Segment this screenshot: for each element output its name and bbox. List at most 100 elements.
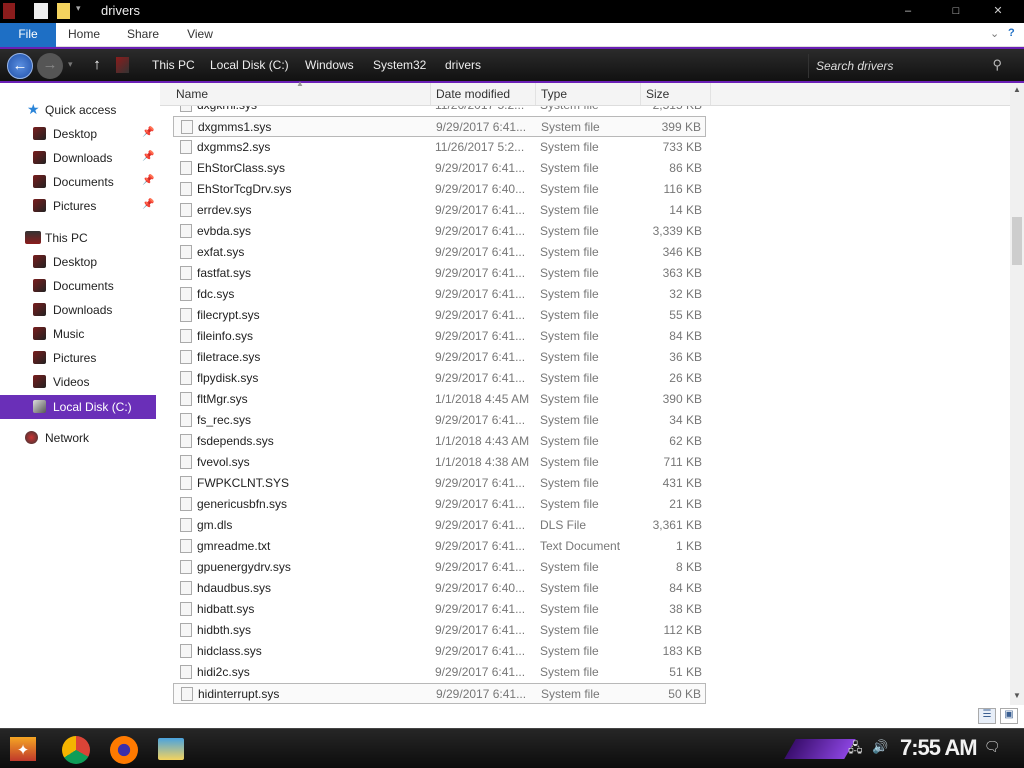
file-row[interactable]: filetrace.sys 9/29/2017 6:41... System fil… xyxy=(173,347,706,368)
app-icon xyxy=(3,3,15,19)
firefox-icon[interactable] xyxy=(110,736,138,764)
ribbon-expand-icon[interactable]: ⌄ xyxy=(990,27,999,40)
help-icon[interactable]: ? xyxy=(1008,27,1015,39)
column-type[interactable]: Type xyxy=(536,83,641,105)
file-row[interactable]: gmreadme.txt 9/29/2017 6:41... Text Docume… xyxy=(173,536,706,557)
back-button[interactable]: ← xyxy=(7,53,33,79)
file-row[interactable]: dxgmms1.sys 9/29/2017 6:41... System file 3… xyxy=(173,116,706,137)
file-type: System file xyxy=(540,455,599,469)
nav-network[interactable]: Network xyxy=(0,427,156,449)
file-row[interactable]: EhStorTcgDrv.sys 9/29/2017 6:40... System … xyxy=(173,179,706,200)
file-explorer-icon[interactable] xyxy=(158,738,184,760)
nav-pc-downloads[interactable]: Downloads xyxy=(0,299,156,321)
file-row[interactable]: genericusbfn.sys 9/29/2017 6:41... System … xyxy=(173,494,706,515)
file-row[interactable]: dxgkrnl.sys 11/26/2017 5:2... System file 2… xyxy=(173,106,706,116)
file-name: fastfat.sys xyxy=(197,266,252,280)
file-row[interactable]: dxgmms2.sys 11/26/2017 5:2... System file 7… xyxy=(173,137,706,158)
file-row[interactable]: evbda.sys 9/29/2017 6:41... System file 3,3… xyxy=(173,221,706,242)
file-row[interactable]: fileinfo.sys 9/29/2017 6:41... System file… xyxy=(173,326,706,347)
nav-pc-pictures[interactable]: Pictures xyxy=(0,347,156,369)
forward-button[interactable]: → xyxy=(37,53,63,79)
search-icon[interactable]: ⚲ xyxy=(992,57,1002,73)
breadcrumb-system32[interactable]: System32 xyxy=(373,58,426,72)
file-type: System file xyxy=(540,140,599,154)
file-row[interactable]: fastfat.sys 9/29/2017 6:41... System file 3… xyxy=(173,263,706,284)
tab-file[interactable]: File xyxy=(0,23,56,47)
file-row[interactable]: EhStorClass.sys 9/29/2017 6:41... System f… xyxy=(173,158,706,179)
up-button[interactable]: ↑ xyxy=(84,53,110,79)
breadcrumb-windows[interactable]: Windows xyxy=(305,58,354,72)
pin-icon[interactable]: 📌 xyxy=(142,175,154,186)
scroll-up-icon[interactable]: ▲ xyxy=(1010,83,1024,97)
file-icon xyxy=(180,224,192,238)
pin-icon[interactable]: 📌 xyxy=(142,151,154,162)
nav-quick-access[interactable]: ★ Quick access xyxy=(0,99,156,121)
chrome-icon[interactable] xyxy=(62,736,90,764)
column-size[interactable]: Size xyxy=(641,83,711,105)
folder-location-icon xyxy=(116,57,129,73)
nav-quick-pictures[interactable]: Pictures 📌 xyxy=(0,195,156,217)
details-view-icon[interactable]: ☰ xyxy=(978,708,996,724)
file-name: gmreadme.txt xyxy=(197,539,271,553)
pin-icon[interactable]: 📌 xyxy=(142,199,154,210)
pin-icon[interactable]: 📌 xyxy=(142,127,154,138)
breadcrumb-drivers[interactable]: drivers xyxy=(445,58,481,72)
nav-pc-documents[interactable]: Documents xyxy=(0,275,156,297)
scroll-down-icon[interactable]: ▼ xyxy=(1010,689,1024,703)
nav-pc-local-disk[interactable]: Local Disk (C:) xyxy=(0,395,156,419)
action-center-icon[interactable]: 🗨 xyxy=(984,739,1001,755)
file-size: 112 KB xyxy=(663,623,702,637)
nav-quick-desktop[interactable]: Desktop 📌 xyxy=(0,123,156,145)
breadcrumb-local-disk[interactable]: Local Disk (C:) xyxy=(210,58,289,72)
file-row[interactable]: hidinterrupt.sys 9/29/2017 6:41... System … xyxy=(173,683,706,704)
vertical-scrollbar[interactable]: ▲ ▼ xyxy=(1010,83,1024,705)
file-type: System file xyxy=(540,245,599,259)
file-row[interactable]: gm.dls 9/29/2017 6:41... DLS File 3,361 KB xyxy=(173,515,706,536)
file-row[interactable]: fsdepends.sys 1/1/2018 4:43 AM System file… xyxy=(173,431,706,452)
close-button[interactable]: ✕ xyxy=(980,2,1016,20)
file-row[interactable]: flpydisk.sys 9/29/2017 6:41... System file… xyxy=(173,368,706,389)
nav-this-pc[interactable]: This PC xyxy=(0,227,156,249)
properties-icon[interactable] xyxy=(34,3,48,19)
nav-pc-music[interactable]: Music xyxy=(0,323,156,345)
scrollbar-thumb[interactable] xyxy=(1012,217,1022,265)
file-row[interactable]: hidi2c.sys 9/29/2017 6:41... System file 51… xyxy=(173,662,706,683)
search-box[interactable]: Search drivers ⚲ xyxy=(808,54,1010,78)
file-row[interactable]: fvevol.sys 1/1/2018 4:38 AM System file 711… xyxy=(173,452,706,473)
column-date-modified[interactable]: Date modified xyxy=(431,83,536,105)
file-row[interactable]: FWPKCLNT.SYS 9/29/2017 6:41... System file… xyxy=(173,473,706,494)
nav-label: Downloads xyxy=(53,151,113,165)
file-row[interactable]: hdaudbus.sys 9/29/2017 6:40... System file… xyxy=(173,578,706,599)
tab-home[interactable]: Home xyxy=(62,23,106,47)
new-folder-icon[interactable] xyxy=(57,3,70,19)
file-row[interactable]: exfat.sys 9/29/2017 6:41... System file 346… xyxy=(173,242,706,263)
nav-quick-documents[interactable]: Documents 📌 xyxy=(0,171,156,193)
downloads-icon xyxy=(33,151,46,164)
file-row[interactable]: hidbth.sys 9/29/2017 6:41... System file 11… xyxy=(173,620,706,641)
large-icons-view-icon[interactable]: ▣ xyxy=(1000,708,1018,724)
file-row[interactable]: fs_rec.sys 9/29/2017 6:41... System file 34… xyxy=(173,410,706,431)
file-row[interactable]: fltMgr.sys 1/1/2018 4:45 AM System file 390… xyxy=(173,389,706,410)
nav-quick-downloads[interactable]: Downloads 📌 xyxy=(0,147,156,169)
tab-share[interactable]: Share xyxy=(121,23,165,47)
taskbar-clock[interactable]: 7:55 AM xyxy=(900,735,978,761)
file-row[interactable]: fdc.sys 9/29/2017 6:41... System file 32 KB xyxy=(173,284,706,305)
file-row[interactable]: hidclass.sys 9/29/2017 6:41... System file… xyxy=(173,641,706,662)
start-button[interactable]: ✦ xyxy=(10,737,36,761)
file-row[interactable]: hidbatt.sys 9/29/2017 6:41... System file 3… xyxy=(173,599,706,620)
file-row[interactable]: gpuenergydrv.sys 9/29/2017 6:41... System … xyxy=(173,557,706,578)
tab-view[interactable]: View xyxy=(178,23,222,47)
column-name[interactable]: Name xyxy=(171,83,431,105)
file-row[interactable]: filecrypt.sys 9/29/2017 6:41... System fil… xyxy=(173,305,706,326)
volume-tray-icon[interactable]: 🔊 xyxy=(872,739,888,755)
minimize-button[interactable]: – xyxy=(890,2,926,20)
recent-locations-icon[interactable]: ▾ xyxy=(68,59,73,70)
maximize-button[interactable]: □ xyxy=(938,2,974,20)
nav-pc-desktop[interactable]: Desktop xyxy=(0,251,156,273)
customize-qa-icon[interactable]: ▾ xyxy=(76,3,81,14)
network-tray-icon[interactable]: 🖧 xyxy=(848,739,863,761)
nav-pc-videos[interactable]: Videos xyxy=(0,371,156,393)
file-row[interactable]: errdev.sys 9/29/2017 6:41... System file 14… xyxy=(173,200,706,221)
file-icon xyxy=(180,560,192,574)
breadcrumb-this-pc[interactable]: This PC xyxy=(152,58,195,72)
